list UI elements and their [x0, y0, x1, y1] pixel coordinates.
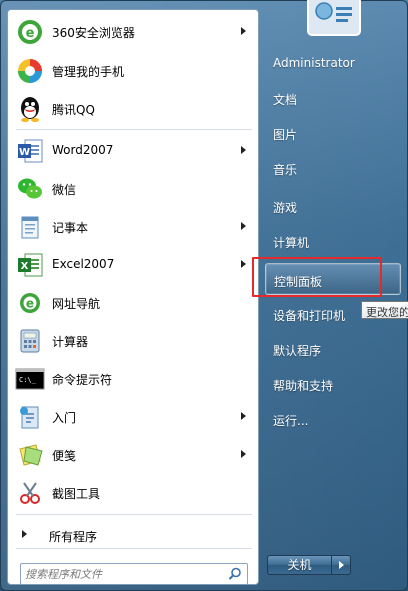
- right-item-label: 设备和打印机: [273, 309, 346, 323]
- right-item-label: 默认程序: [273, 344, 322, 358]
- submenu-arrow-icon: [241, 146, 246, 154]
- right-item-help-support[interactable]: 帮助和支持: [265, 368, 401, 400]
- program-item-web-nav[interactable]: e 网址导航: [10, 285, 256, 321]
- tooltip: 更改您的: [361, 301, 408, 319]
- program-label: Word2007: [52, 143, 114, 157]
- search-icon[interactable]: [228, 567, 242, 581]
- program-item-snipping-tool[interactable]: 截图工具: [10, 475, 256, 511]
- right-item-computer[interactable]: 计算机: [265, 225, 401, 257]
- program-label: 网址导航: [52, 297, 101, 311]
- user-picture-icon[interactable]: [304, 0, 364, 37]
- program-item-notepad[interactable]: 记事本: [10, 209, 256, 245]
- program-label: 微信: [52, 183, 77, 197]
- right-item-user[interactable]: Administrator: [265, 47, 401, 79]
- excel-icon: X: [15, 250, 45, 280]
- program-label: 入门: [52, 411, 77, 425]
- program-label: 截图工具: [52, 487, 101, 501]
- program-item-calculator[interactable]: 计算器: [10, 323, 256, 359]
- snipping-tool-icon: [15, 478, 45, 508]
- right-item-pictures[interactable]: 图片: [265, 117, 401, 149]
- wechat-icon: [15, 174, 45, 204]
- all-programs-label: 所有程序: [49, 530, 98, 544]
- programs-panel: e 360安全浏览器 管理我的手机 腾讯QQ W Word2007 微信 记事本…: [7, 9, 259, 585]
- program-label: 便笺: [52, 449, 77, 463]
- right-item-label: Administrator: [273, 56, 355, 70]
- shutdown-options-button[interactable]: [331, 555, 351, 575]
- phone-manager-icon: [15, 56, 45, 86]
- program-label: Excel2007: [52, 257, 115, 271]
- program-label: 计算器: [52, 335, 89, 349]
- program-item-word[interactable]: W Word2007: [10, 133, 256, 169]
- word-icon: W: [15, 136, 45, 166]
- program-item-360-browser[interactable]: e 360安全浏览器: [10, 14, 256, 50]
- program-label: 360安全浏览器: [52, 26, 135, 40]
- right-item-run[interactable]: 运行...: [265, 403, 401, 435]
- svg-text:X: X: [21, 261, 29, 272]
- calculator-icon: [15, 326, 45, 356]
- svg-text:W: W: [19, 147, 30, 158]
- right-item-documents[interactable]: 文档: [265, 82, 401, 114]
- notepad-icon: [15, 212, 45, 242]
- separator: [16, 129, 252, 130]
- right-item-label: 音乐: [273, 163, 298, 177]
- program-item-qq[interactable]: 腾讯QQ: [10, 91, 256, 127]
- submenu-arrow-icon: [241, 27, 246, 35]
- program-item-getting-started[interactable]: 入门: [10, 399, 256, 435]
- search-box[interactable]: [20, 563, 248, 584]
- browser-360-icon: e: [15, 17, 45, 47]
- ie-icon: e: [15, 288, 45, 318]
- all-programs-arrow-icon: [22, 530, 27, 538]
- separator: [16, 548, 252, 549]
- right-item-default-programs[interactable]: 默认程序: [265, 333, 401, 365]
- right-item-games[interactable]: 游戏: [265, 190, 401, 222]
- right-item-label: 运行...: [273, 414, 309, 428]
- program-item-cmd[interactable]: C:\_ 命令提示符: [10, 361, 256, 397]
- right-item-label: 文档: [273, 93, 298, 107]
- submenu-arrow-icon: [241, 450, 246, 458]
- program-label: 管理我的手机: [52, 65, 125, 79]
- submenu-arrow-icon: [241, 412, 246, 420]
- separator: [16, 514, 252, 515]
- submenu-arrow-icon: [241, 222, 246, 230]
- sticky-notes-icon: [15, 440, 45, 470]
- svg-text:e: e: [26, 297, 34, 311]
- qq-penguin-icon: [15, 94, 45, 124]
- right-item-label: 游戏: [273, 201, 298, 215]
- start-menu: e 360安全浏览器 管理我的手机 腾讯QQ W Word2007 微信 记事本…: [0, 0, 408, 591]
- program-item-wechat[interactable]: 微信: [10, 171, 256, 207]
- shutdown-group: 关机: [267, 555, 355, 575]
- highlight-annotation-box: [252, 257, 382, 297]
- submenu-arrow-icon: [241, 260, 246, 268]
- all-programs-button[interactable]: 所有程序: [10, 522, 256, 546]
- program-label: 命令提示符: [52, 373, 113, 387]
- right-item-music[interactable]: 音乐: [265, 152, 401, 184]
- program-label: 记事本: [52, 221, 89, 235]
- svg-text:C:\_: C:\_: [19, 376, 37, 384]
- program-item-sticky-notes[interactable]: 便笺: [10, 437, 256, 473]
- getting-started-icon: [15, 402, 45, 432]
- program-label: 腾讯QQ: [52, 103, 95, 117]
- right-item-label: 计算机: [273, 236, 310, 250]
- right-item-label: 帮助和支持: [273, 379, 334, 393]
- shutdown-button[interactable]: 关机: [267, 555, 331, 575]
- right-item-label: 图片: [273, 128, 298, 142]
- cmd-icon: C:\_: [15, 364, 45, 394]
- search-input[interactable]: [25, 566, 221, 582]
- program-item-excel[interactable]: X Excel2007: [10, 247, 256, 283]
- program-item-phone-manager[interactable]: 管理我的手机: [10, 53, 256, 89]
- svg-text:e: e: [26, 26, 35, 41]
